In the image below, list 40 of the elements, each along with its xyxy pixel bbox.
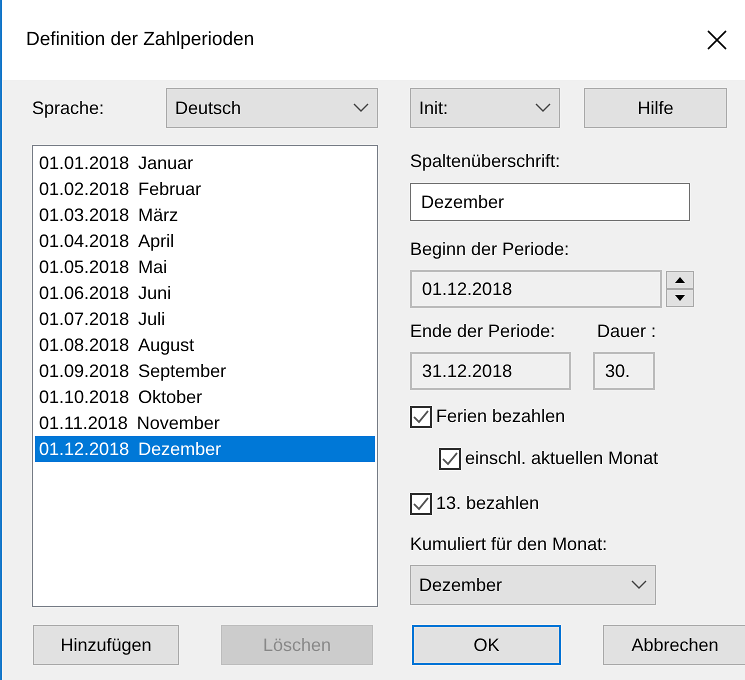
list-item[interactable]: 01.02.2018 Februar bbox=[35, 176, 375, 202]
period-end-field[interactable]: 31.12.2018 bbox=[410, 352, 571, 390]
list-item[interactable]: 01.08.2018 August bbox=[35, 332, 375, 358]
checkbox[interactable]: 13. bezahlen bbox=[410, 490, 540, 517]
column-heading-label: Spaltenüberschrift: bbox=[410, 150, 562, 172]
language-dropdown[interactable]: Deutsch bbox=[166, 88, 378, 128]
checkbox[interactable]: Ferien bezahlen bbox=[410, 403, 566, 430]
language-label: Sprache: bbox=[32, 96, 106, 120]
list-item[interactable]: 01.05.2018 Mai bbox=[35, 254, 375, 280]
dialog-button[interactable]: Hinzufügen bbox=[33, 625, 179, 665]
list-item[interactable]: 01.04.2018 April bbox=[35, 228, 375, 254]
help-button[interactable]: Hilfe bbox=[584, 88, 727, 128]
check-icon bbox=[413, 496, 429, 510]
duration-label: Dauer : bbox=[597, 320, 656, 342]
caret-icon bbox=[631, 580, 647, 590]
checkbox[interactable]: einschl. aktuellen Monat bbox=[439, 445, 658, 472]
month-dropdown[interactable]: Dezember bbox=[410, 565, 656, 605]
dialog-button[interactable]: OK bbox=[412, 625, 561, 665]
period-start-field[interactable]: 01.12.2018 bbox=[410, 270, 662, 308]
list-item[interactable]: 01.07.2018 Juli bbox=[35, 306, 375, 332]
check-icon bbox=[442, 452, 458, 466]
check-icon bbox=[413, 410, 429, 424]
list-item[interactable]: 01.10.2018 Oktober bbox=[35, 384, 375, 410]
list-item[interactable]: 01.11.2018 November bbox=[35, 410, 375, 436]
list-item[interactable]: 01.12.2018 Dezember bbox=[35, 436, 375, 462]
list-item[interactable]: 01.01.2018 Januar bbox=[35, 150, 375, 176]
init-dropdown[interactable]: Init: bbox=[410, 88, 560, 128]
duration-field[interactable]: 30. bbox=[593, 352, 655, 390]
list-item[interactable]: 01.06.2018 Juni bbox=[35, 280, 375, 306]
dialog-button[interactable]: Abbrechen bbox=[603, 625, 745, 665]
list-item[interactable]: 01.09.2018 September bbox=[35, 358, 375, 384]
spinner-control[interactable] bbox=[666, 271, 694, 307]
column-heading-field[interactable]: Dezember bbox=[410, 183, 690, 221]
period-start-label: Beginn der Periode: bbox=[410, 238, 570, 260]
cumulated-label: Kumuliert für den Monat: bbox=[410, 533, 608, 555]
caret-icon bbox=[535, 103, 551, 113]
window-title: Definition der Zahlperioden bbox=[26, 28, 254, 52]
period-end-label: Ende der Periode: bbox=[410, 320, 556, 342]
caret-icon bbox=[353, 103, 369, 113]
list-item[interactable]: 01.03.2018 März bbox=[35, 202, 375, 228]
